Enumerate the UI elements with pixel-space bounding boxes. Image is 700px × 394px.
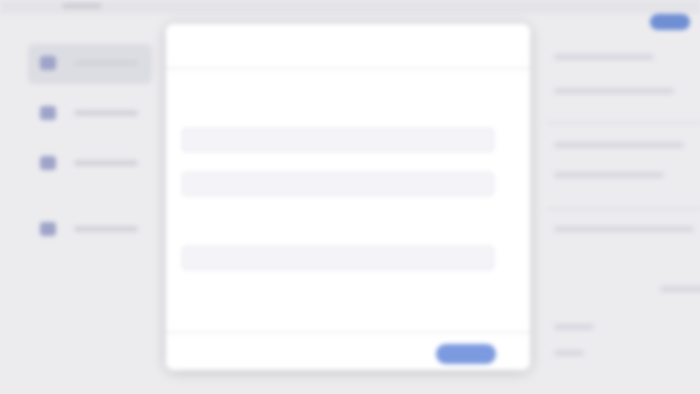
sidebar-item-label [74, 226, 138, 232]
sidebar-item-label [74, 160, 138, 166]
sidebar-item-3[interactable] [28, 144, 152, 184]
modal-footer-divider [166, 332, 530, 333]
panel-line [660, 286, 700, 292]
modal-field-3[interactable] [182, 246, 494, 270]
nav-icon [40, 156, 56, 170]
panel-line [554, 226, 694, 232]
sidebar-item-4[interactable] [28, 210, 152, 250]
nav-icon [40, 56, 56, 70]
panel-line [554, 54, 654, 60]
top-action-button[interactable] [650, 14, 690, 30]
right-panel [548, 36, 700, 394]
modal-dialog [166, 24, 530, 370]
panel-line [554, 88, 674, 94]
breadcrumb [62, 3, 102, 9]
panel-line [554, 324, 594, 330]
panel-line [554, 142, 684, 148]
nav-icon [40, 106, 56, 120]
panel-divider [548, 122, 700, 124]
sidebar [0, 14, 160, 394]
modal-field-2[interactable] [182, 172, 494, 196]
nav-icon [40, 222, 56, 236]
sidebar-item-label [74, 110, 138, 116]
app-header [0, 0, 700, 14]
sidebar-item-2[interactable] [28, 94, 152, 134]
panel-line [554, 350, 584, 356]
modal-field-1[interactable] [182, 128, 494, 152]
blurred-screen [0, 0, 700, 394]
primary-button[interactable] [436, 344, 496, 364]
modal-header-divider [166, 68, 530, 69]
sidebar-item-1[interactable] [28, 44, 152, 84]
sidebar-item-label [74, 60, 138, 66]
panel-line [554, 172, 664, 178]
panel-divider [548, 208, 700, 210]
